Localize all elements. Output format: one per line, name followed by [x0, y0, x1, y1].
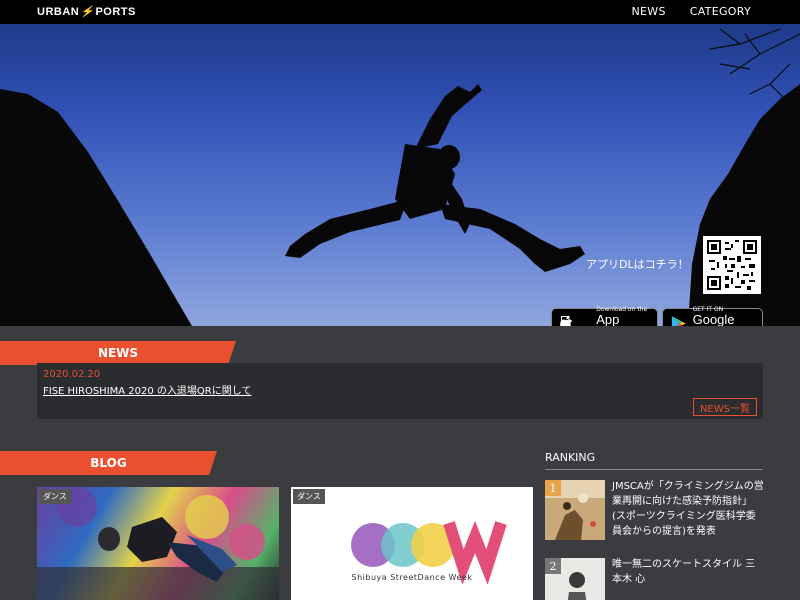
- blog-card[interactable]: Shibuya StreetDance Week ダンス: [291, 487, 533, 600]
- qr-code: [703, 236, 761, 294]
- hero-banner[interactable]: アプリDLはコチラ！  Download on the App Store: [0, 24, 800, 326]
- google-play-badge[interactable]: GET IT ON Google Play: [662, 306, 763, 326]
- logo-text-right: PORTS: [95, 5, 136, 18]
- ranking-number-badge: 2: [545, 558, 561, 574]
- ranking-item-title: JMSCAが「クライミングジムの営業再開に向けた感染予防指針」(スポーツクライミ…: [612, 481, 764, 537]
- app-store-badge[interactable]:  Download on the App Store: [551, 306, 658, 326]
- news-item-date: 2020.02.20: [43, 369, 101, 380]
- blog-card-image: [37, 487, 279, 600]
- logo-text-left: URBAN: [37, 5, 80, 18]
- blog-card[interactable]: ダンス: [37, 487, 279, 600]
- blog-card-tag: ダンス: [293, 489, 325, 504]
- site-logo[interactable]: URBAN ⚡ PORTS: [37, 5, 136, 19]
- ranking-number-badge: 1: [545, 480, 561, 496]
- shibuya-streetdance-week-logo: [351, 520, 507, 585]
- app-store-big-text: App Store: [586, 312, 644, 326]
- main-nav: NEWS CATEGORY: [631, 5, 751, 18]
- google-play-big-text: Google Play: [692, 311, 735, 326]
- ranking-item[interactable]: 2 唯一無二のスケートスタイル 三本木 心: [545, 558, 763, 600]
- nav-category-link[interactable]: CATEGORY: [690, 5, 751, 18]
- app-download-text: アプリDLはコチラ！: [586, 258, 689, 271]
- nav-news-link[interactable]: NEWS: [631, 5, 665, 18]
- top-nav-bar: URBAN ⚡ PORTS NEWS CATEGORY: [0, 0, 800, 24]
- news-list-button[interactable]: NEWS一覧: [692, 398, 757, 416]
- news-panel: 2020.02.20 FISE HIROSHIMA 2020 の入退場QRに関し…: [37, 363, 763, 419]
- hero-parkour-silhouette: [0, 28, 800, 326]
- blog-card-tag: ダンス: [39, 489, 71, 504]
- ranking-divider: [545, 469, 763, 470]
- ranking-item-title: 唯一無二のスケートスタイル 三本木 心: [612, 559, 756, 585]
- news-section-heading: NEWS: [0, 341, 236, 365]
- ranking-item[interactable]: 1 JMSCAが「クライミングジムの営業再開に向けた感染予防指針」(スポーツクラ…: [545, 480, 764, 542]
- qr-code-icon: [707, 240, 757, 290]
- ranking-heading: RANKING: [545, 451, 596, 464]
- sdw-caption: Shibuya StreetDance Week: [351, 573, 473, 582]
- news-item-link[interactable]: FISE HIROSHIMA 2020 の入退場QRに関して: [43, 382, 251, 397]
- apple-logo-icon: [560, 315, 573, 326]
- blog-section-heading: BLOG: [0, 451, 217, 475]
- logo-bolt-icon: ⚡: [80, 6, 95, 18]
- google-play-icon: [671, 315, 686, 326]
